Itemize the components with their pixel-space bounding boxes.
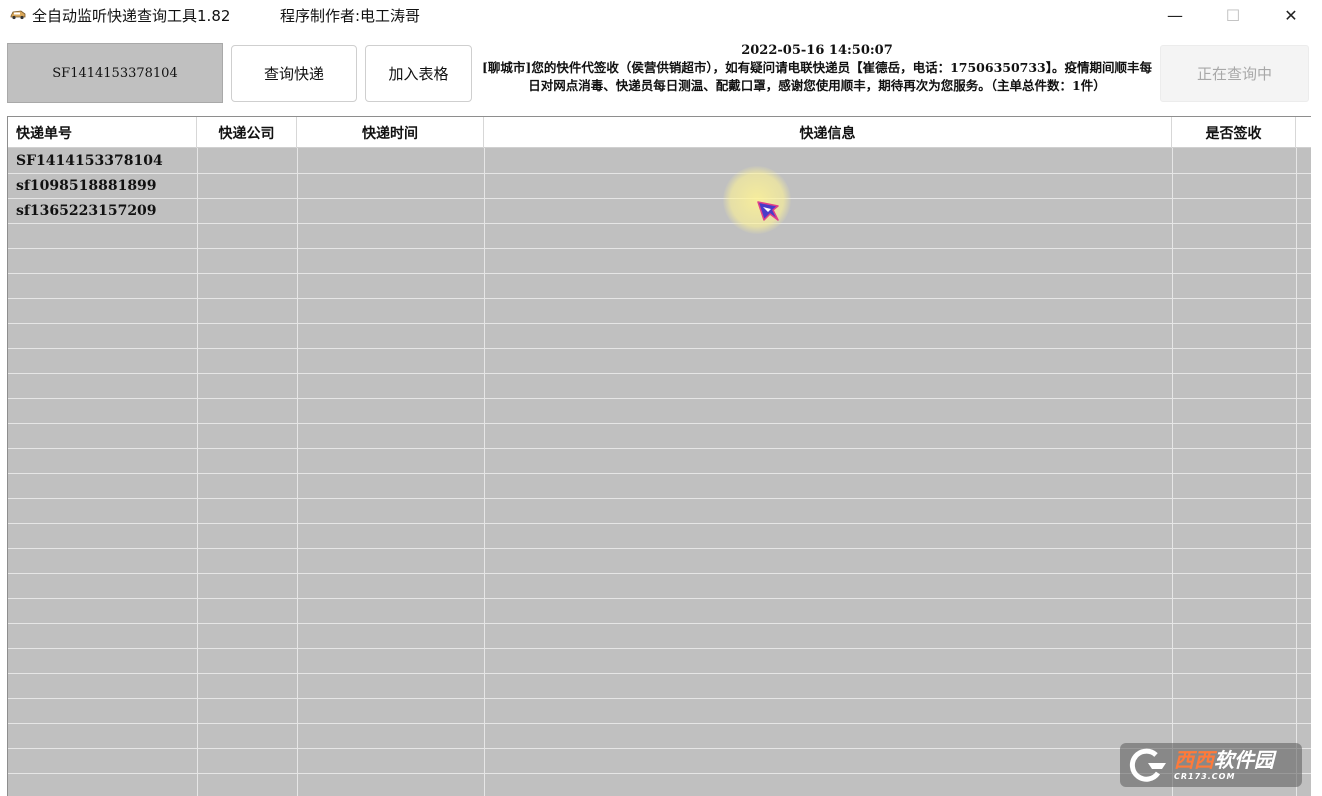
tracking-info-panel: 2022-05-16 14:50:07 [聊城市]您的快件代签收（侯营供销超市）… [482,42,1152,116]
app-window: 全自动监听快递查询工具1.82 程序制作者:电工涛哥 — ☐ ✕ SF14141… [0,0,1322,796]
watermark-logo-icon [1129,748,1166,782]
grid-row-line [8,423,1311,424]
querying-status-button[interactable]: 正在查询中 [1160,45,1309,102]
table-body: SF1414153378104 sf1098518881899 sf136522… [8,148,1311,796]
watermark-brand: 西西 [1174,747,1214,772]
grid-row-line [8,598,1311,599]
column-header-time[interactable]: 快递时间 [297,117,484,148]
grid-row-line [8,473,1311,474]
grid-row-line [8,523,1311,524]
minimize-button[interactable]: — [1146,0,1204,30]
column-header-signed[interactable]: 是否签收 [1172,117,1296,148]
grid-row-line [8,723,1311,724]
grid-row-line [8,398,1311,399]
add-to-table-button[interactable]: 加入表格 [365,45,472,102]
column-header-info[interactable]: 快递信息 [484,117,1172,148]
table-cell-tracking-number[interactable]: SF1414153378104 [16,148,163,173]
grid-row-line [8,198,1311,199]
grid-row-line [8,573,1311,574]
table-header: 快递单号 快递公司 快递时间 快递信息 是否签收 [8,117,1311,148]
grid-row-line [8,173,1311,174]
grid-row-line [8,623,1311,624]
grid-row-line [8,373,1311,374]
tracking-table: 快递单号 快递公司 快递时间 快递信息 是否签收 SF1414153378104… [7,116,1311,796]
grid-row-line [8,673,1311,674]
close-button[interactable]: ✕ [1262,0,1320,30]
grid-row-line [8,748,1311,749]
column-header-tracking-number[interactable]: 快递单号 [8,117,197,148]
mouse-pointer-icon [757,201,779,221]
car-icon [10,10,26,20]
watermark-suffix: 软件园 [1214,747,1274,772]
grid-row-line [8,348,1311,349]
info-timestamp: 2022-05-16 14:50:07 [741,43,893,58]
title-bar: 全自动监听快递查询工具1.82 程序制作者:电工涛哥 — ☐ ✕ [0,0,1322,30]
tracking-number-input[interactable]: SF1414153378104 [7,43,223,103]
author-label: 程序制作者:电工涛哥 [280,7,421,25]
watermark: 西西软件园 CR173.COM [1120,743,1302,787]
watermark-domain: CR173.COM [1174,771,1236,781]
column-header-courier[interactable]: 快递公司 [197,117,297,148]
grid-row-line [8,448,1311,449]
info-message: [聊城市]您的快件代签收（侯营供销超市），如有疑问请电联快递员【崔德岳，电话：1… [482,60,1153,93]
window-title: 全自动监听快递查询工具1.82 [32,7,231,25]
grid-row-line [8,773,1311,774]
maximize-button[interactable]: ☐ [1204,0,1262,30]
grid-row-line [8,648,1311,649]
grid-row-line [8,548,1311,549]
grid-row-line [8,223,1311,224]
grid-row-line [8,248,1311,249]
query-button[interactable]: 查询快递 [231,45,357,102]
table-cell-tracking-number[interactable]: sf1365223157209 [16,198,157,223]
grid-row-line [8,323,1311,324]
grid-row-line [8,698,1311,699]
table-cell-tracking-number[interactable]: sf1098518881899 [16,173,157,198]
grid-row-line [8,498,1311,499]
grid-row-line [8,298,1311,299]
grid-row-line [8,273,1311,274]
